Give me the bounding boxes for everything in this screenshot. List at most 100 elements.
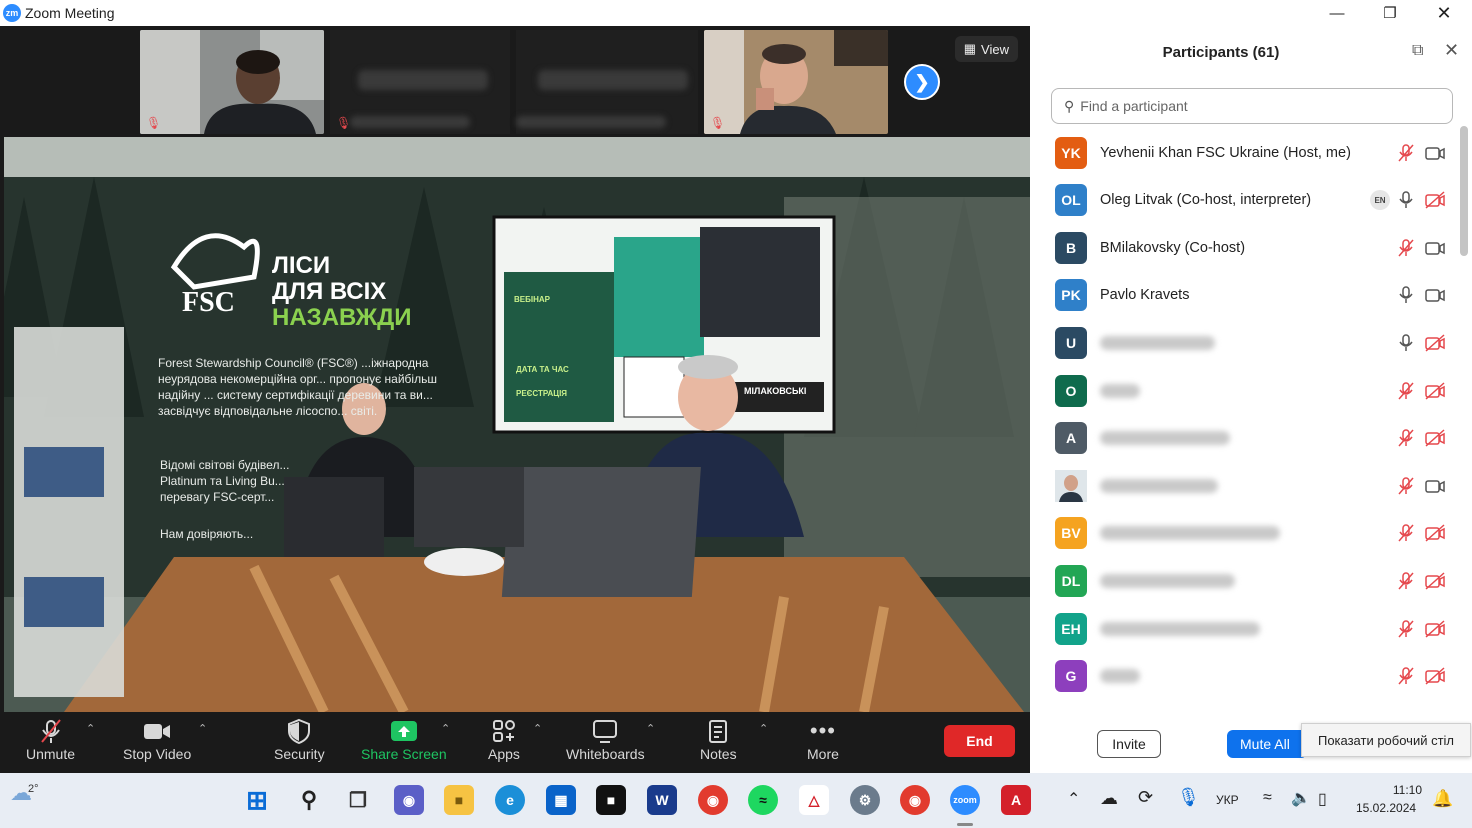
participant-row[interactable]: B BMilakovsky (Co-host)	[1030, 224, 1460, 271]
participant-row[interactable]: BV	[1030, 510, 1460, 557]
teams-chat-icon[interactable]: ◉	[394, 785, 424, 815]
mic-off-icon	[38, 718, 64, 744]
participant-video-thumbnail[interactable]: 🎙	[140, 30, 324, 134]
mic-muted-icon[interactable]	[1396, 381, 1416, 401]
chrome-browser-icon[interactable]: ◉	[900, 785, 930, 815]
sync-icon[interactable]: ⟳	[1138, 787, 1153, 808]
video-camera-icon[interactable]	[1424, 143, 1446, 163]
blurred-name	[350, 116, 470, 128]
file-explorer-icon[interactable]: ■	[444, 785, 474, 815]
mic-muted-icon[interactable]	[1396, 619, 1416, 639]
mic-muted-icon[interactable]	[1396, 476, 1416, 496]
participant-video-thumbnail[interactable]: 🎙	[704, 30, 888, 134]
video-off-icon[interactable]	[1424, 523, 1446, 543]
participant-row[interactable]: A	[1030, 415, 1460, 462]
battery-icon[interactable]: ▯	[1318, 789, 1327, 809]
notification-bell-icon[interactable]: 🔔	[1432, 789, 1453, 809]
mic-muted-icon[interactable]	[1396, 143, 1416, 163]
chevron-up-icon[interactable]: ⌃	[646, 722, 655, 735]
pop-out-icon[interactable]: ⧉	[1412, 42, 1423, 60]
edge-browser-icon[interactable]: e	[495, 785, 525, 815]
video-off-icon[interactable]	[1424, 381, 1446, 401]
security-button[interactable]: Security	[274, 718, 325, 762]
participant-row[interactable]: OL Oleg Litvak (Co-host, interpreter) EN	[1030, 177, 1460, 224]
participant-row[interactable]	[1030, 462, 1460, 509]
start-windows-icon[interactable]: ⊞	[242, 785, 272, 815]
settings-gear-icon[interactable]: ⚙	[850, 785, 880, 815]
unmute-button[interactable]: Unmute	[26, 718, 75, 762]
app-icon[interactable]: ■	[596, 785, 626, 815]
zoom-app-icon[interactable]: zoom	[950, 785, 980, 815]
participant-row[interactable]: EH	[1030, 605, 1460, 652]
video-camera-icon[interactable]	[1424, 285, 1446, 305]
avatar	[1055, 469, 1087, 502]
chevron-up-icon[interactable]: ⌃	[759, 722, 768, 735]
participant-row[interactable]: O	[1030, 367, 1460, 414]
onedrive-cloud-icon[interactable]: ☁	[1100, 788, 1118, 809]
search-input[interactable]	[1080, 98, 1421, 114]
mic-muted-icon[interactable]	[1396, 238, 1416, 258]
volume-icon[interactable]: 🔈	[1291, 788, 1311, 808]
mic-muted-icon[interactable]	[1396, 666, 1416, 686]
antivirus-icon[interactable]: △	[799, 785, 829, 815]
chevron-up-icon[interactable]: ⌃	[86, 722, 95, 735]
mic-icon[interactable]	[1396, 285, 1416, 305]
microphone-icon[interactable]: 🎙	[1177, 787, 1200, 808]
mute-all-button[interactable]: Mute All	[1227, 730, 1307, 758]
minimize-icon[interactable]: —	[1310, 0, 1364, 26]
wifi-icon[interactable]: ≈	[1263, 789, 1272, 807]
chevron-up-icon[interactable]: ⌃	[1067, 789, 1080, 809]
notes-button[interactable]: Notes	[700, 718, 737, 762]
end-meeting-button[interactable]: End	[944, 725, 1015, 757]
weather-widget[interactable]: ☁ 2°	[10, 782, 39, 804]
share-screen-button[interactable]: Share Screen	[361, 718, 447, 762]
spotify-icon[interactable]: ≈	[748, 785, 778, 815]
participant-row[interactable]: DL	[1030, 557, 1460, 604]
task-view-icon[interactable]: ❐	[343, 785, 373, 815]
active-speaker-video[interactable]: FSC ЛІСИ ДЛЯ ВСІХ НАЗАВЖДИ Forest Stewar…	[4, 137, 1030, 712]
search-icon[interactable]: ⚲	[294, 785, 324, 815]
video-off-icon[interactable]	[1424, 666, 1446, 686]
microsoft-store-icon[interactable]: ▦	[546, 785, 576, 815]
more-button[interactable]: ••• More	[807, 718, 839, 762]
mic-muted-icon[interactable]	[1396, 523, 1416, 543]
invite-button[interactable]: Invite	[1097, 730, 1161, 758]
whiteboards-button[interactable]: Whiteboards	[566, 718, 645, 762]
app-icon[interactable]: W	[647, 785, 677, 815]
close-icon[interactable]: ✕	[1444, 40, 1459, 61]
chevron-up-icon[interactable]: ⌃	[533, 722, 542, 735]
video-camera-icon[interactable]	[1424, 476, 1446, 496]
participant-row[interactable]: G	[1030, 653, 1460, 700]
mic-muted-icon[interactable]	[1396, 428, 1416, 448]
mic-icon[interactable]	[1396, 190, 1416, 210]
chevron-up-icon[interactable]: ⌃	[441, 722, 450, 735]
chrome-browser-icon[interactable]: ◉	[698, 785, 728, 815]
video-off-icon[interactable]	[1424, 619, 1446, 639]
apps-button[interactable]: Apps	[488, 718, 520, 762]
next-page-button[interactable]: ❯	[904, 64, 940, 100]
keyboard-language[interactable]: УКР	[1216, 793, 1239, 807]
participant-row[interactable]: YK Yevhenii Khan FSC Ukraine (Host, me)	[1030, 129, 1460, 176]
stop-video-button[interactable]: Stop Video	[123, 718, 191, 762]
chevron-up-icon[interactable]: ⌃	[198, 722, 207, 735]
participant-row[interactable]: U	[1030, 319, 1460, 366]
scrollbar[interactable]	[1460, 126, 1468, 256]
participant-video-thumbnail[interactable]	[516, 30, 698, 134]
participant-video-thumbnail[interactable]: 🎙	[330, 30, 510, 134]
view-button[interactable]: ▦ View	[954, 36, 1018, 62]
video-camera-icon[interactable]	[1424, 238, 1446, 258]
mic-muted-icon[interactable]	[1396, 571, 1416, 591]
mic-icon[interactable]	[1396, 333, 1416, 353]
maximize-icon[interactable]: ❐	[1363, 0, 1417, 26]
clock-date[interactable]: 15.02.2024	[1356, 801, 1416, 815]
participant-row[interactable]: PK Pavlo Kravets	[1030, 272, 1460, 319]
close-icon[interactable]: ✕	[1417, 0, 1471, 26]
share-screen-icon	[389, 718, 419, 744]
participant-search[interactable]: ⚲	[1051, 88, 1453, 124]
video-off-icon[interactable]	[1424, 333, 1446, 353]
video-off-icon[interactable]	[1424, 190, 1446, 210]
video-off-icon[interactable]	[1424, 428, 1446, 448]
clock-time[interactable]: 11:10	[1386, 783, 1422, 797]
pdf-reader-icon[interactable]: A	[1001, 785, 1031, 815]
video-off-icon[interactable]	[1424, 571, 1446, 591]
